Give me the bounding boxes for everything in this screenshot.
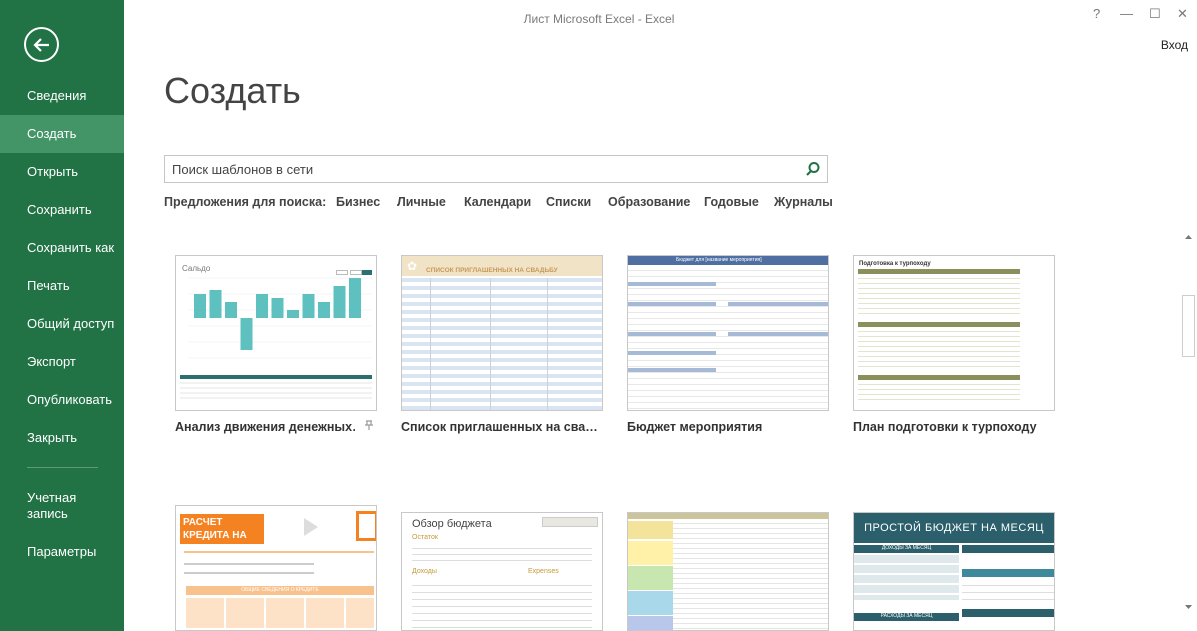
template-thumbnail: ✿ СПИСОК ПРИГЛАШЕННЫХ НА СВАДЬБУ — [401, 255, 603, 411]
sidebar-item-open[interactable]: Открыть — [0, 153, 124, 191]
thumb-title: Бюджет для [название мероприятия] — [676, 257, 762, 263]
search-icon[interactable] — [805, 161, 821, 177]
chart-bar — [287, 310, 299, 318]
scroll-up-icon[interactable] — [1182, 231, 1195, 244]
sidebar-item-save[interactable]: Сохранить — [0, 191, 124, 229]
suggestion-personal[interactable]: Личные — [397, 195, 446, 209]
pin-icon[interactable] — [363, 419, 375, 431]
template-name: План подготовки к турпоходу — [853, 420, 1037, 434]
signin-link[interactable]: Вход — [1161, 38, 1188, 52]
flower-icon: ✿ — [407, 259, 418, 273]
template-thumbnail: Подготовка к турпоходу — [853, 255, 1055, 411]
chart-bar — [225, 302, 237, 318]
suggestions-label: Предложения для поиска: — [164, 195, 327, 209]
sidebar-item-info[interactable]: Сведения — [0, 77, 124, 115]
sidebar-item-account[interactable]: Учетная запись — [0, 487, 124, 527]
sidebar-item-print[interactable]: Печать — [0, 267, 124, 305]
template-name: Анализ движения денежных… — [175, 420, 355, 434]
sidebar-item-close[interactable]: Закрыть — [0, 419, 124, 457]
suggestion-journals[interactable]: Журналы — [774, 195, 833, 209]
thumb-expenses: РАСХОДЫ ЗА МЕСЯЦ — [880, 613, 933, 619]
chart-bar — [271, 298, 284, 318]
thumb-income: ДОХОДЫ ЗА МЕСЯЦ — [881, 545, 932, 551]
template-thumbnail: Сальдо — [175, 255, 377, 411]
chart-bar — [333, 286, 346, 318]
back-arrow-icon — [33, 38, 49, 52]
excel-backstage: Сведения Создать Открыть Сохранить Сохра… — [0, 0, 1197, 631]
sidebar-divider — [27, 467, 98, 468]
suggestion-business[interactable]: Бизнес — [336, 195, 380, 209]
window-title: Лист Microsoft Excel - Excel — [523, 12, 675, 26]
template-thumbnail: РАСЧЕТ КРЕДИТА НА ОБУЧЕНИЕ ОБЩИЕ СВЕДЕНИ… — [175, 505, 377, 631]
thumb-sub-balance: Остаток — [412, 534, 438, 541]
chart-bar — [209, 290, 222, 318]
thumb-title: СПИСОК ПРИГЛАШЕННЫХ НА СВАДЬБУ — [426, 267, 558, 274]
scrollbar-thumb[interactable] — [1182, 295, 1195, 357]
sidebar-item-save-as[interactable]: Сохранить как — [0, 229, 124, 267]
chart-bar — [318, 302, 330, 318]
suggestion-annual[interactable]: Годовые — [704, 195, 759, 209]
cashflow-chart — [180, 277, 372, 399]
chart-bar — [256, 294, 268, 318]
thumb-sub-expenses: Expenses — [528, 568, 559, 575]
template-thumbnail: ПРОСТОЙ БЮДЖЕТ НА МЕСЯЦ ДОХОДЫ ЗА МЕСЯЦ … — [853, 512, 1055, 631]
template-name: Бюджет мероприятия — [627, 420, 763, 434]
account-label-line2: запись — [27, 506, 68, 521]
chart-bar — [240, 318, 253, 350]
sidebar-item-publish[interactable]: Опубликовать — [0, 381, 124, 419]
thumb-title: Подготовка к турпоходу — [859, 261, 931, 267]
chart-bar — [349, 278, 361, 318]
sidebar-item-new[interactable]: Создать — [0, 115, 124, 153]
template-thumbnail: Бюджет для [название мероприятия] — [627, 255, 829, 411]
back-button[interactable] — [24, 27, 59, 62]
play-icon — [304, 518, 318, 536]
chart-bar — [194, 294, 206, 318]
chart-table-header — [180, 375, 372, 379]
template-thumbnail — [627, 512, 829, 631]
close-button[interactable]: ✕ — [1177, 6, 1188, 22]
suggestion-lists[interactable]: Списки — [546, 195, 591, 209]
thumb-title: Обзор бюджета — [412, 518, 492, 530]
maximize-button[interactable]: ☐ — [1149, 6, 1161, 22]
thumb-title: ПРОСТОЙ БЮДЖЕТ НА МЕСЯЦ — [864, 522, 1044, 534]
thumb-title: РАСЧЕТ КРЕДИТА НА ОБУЧЕНИЕ — [183, 517, 247, 554]
page-title: Создать — [164, 70, 301, 111]
template-search-box — [164, 155, 828, 183]
sidebar-item-export[interactable]: Экспорт — [0, 343, 124, 381]
backstage-sidebar: Сведения Создать Открыть Сохранить Сохра… — [0, 0, 124, 631]
template-thumbnail: Обзор бюджета Остаток Доходы Expenses — [401, 512, 603, 631]
thumb-section: ОБЩИЕ СВЕДЕНИЯ О КРЕДИТЕ — [241, 587, 319, 593]
chart-bar — [302, 294, 315, 318]
template-search-input[interactable] — [165, 156, 795, 182]
suggestion-calendars[interactable]: Календари — [464, 195, 531, 209]
minimize-button[interactable]: — — [1120, 6, 1133, 21]
thumb-sub-income: Доходы — [412, 568, 437, 575]
account-label-line1: Учетная — [27, 490, 77, 505]
template-name: Список приглашенных на сва… — [401, 420, 598, 434]
scroll-down-icon[interactable] — [1182, 600, 1195, 613]
sidebar-item-options[interactable]: Параметры — [0, 533, 124, 571]
help-button[interactable]: ? — [1093, 6, 1100, 21]
suggestion-education[interactable]: Образование — [608, 195, 690, 209]
sidebar-item-share[interactable]: Общий доступ — [0, 305, 124, 343]
